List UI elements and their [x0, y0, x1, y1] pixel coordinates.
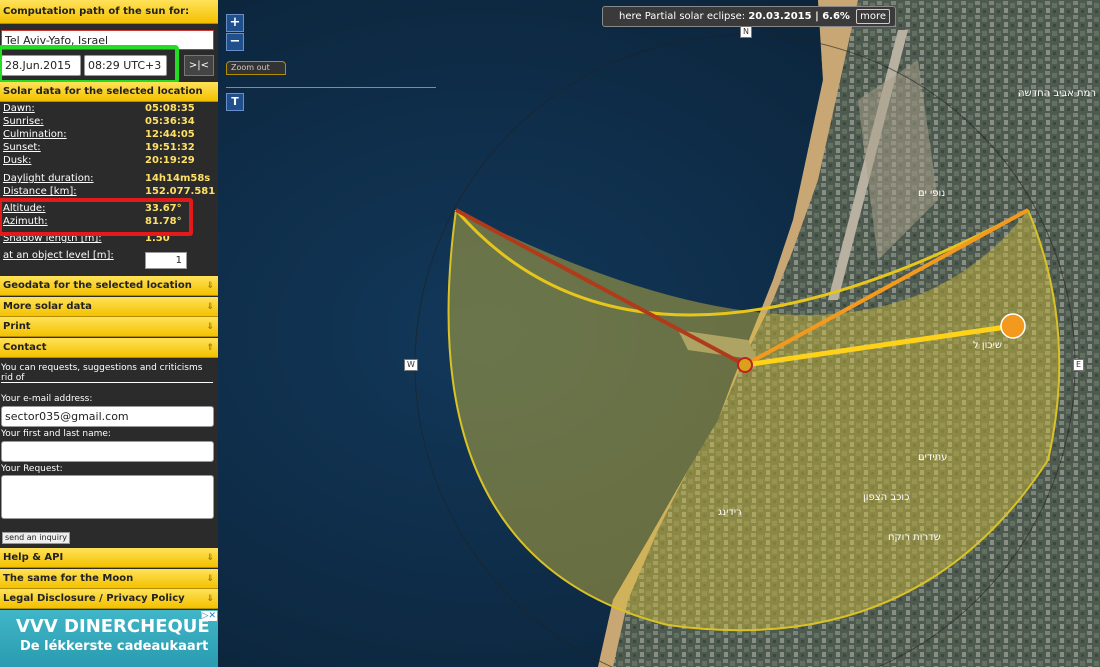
expand-icon: ⇓: [206, 322, 214, 332]
map-label: עתידים: [918, 452, 947, 463]
map-label: כוכב הצפון: [863, 492, 909, 503]
compass-north: N: [740, 26, 752, 38]
map-label: שיכון ל: [973, 340, 1002, 351]
ad-banner[interactable]: VVV DINERCHEQUE De lékkerste cadeaukaart…: [0, 610, 218, 667]
expand-icon: ⇓: [206, 594, 214, 604]
moon-section[interactable]: The same for the Moon ⇓: [0, 569, 218, 589]
row-label[interactable]: at an object level [m]:: [3, 249, 114, 262]
expand-icon: ⇓: [206, 281, 214, 291]
contact-intro: You can requests, suggestions and critic…: [1, 363, 203, 383]
row-value: 152.077.581: [145, 186, 216, 197]
solar-data-header[interactable]: Solar data for the selected location: [0, 82, 218, 102]
app-root: Computation path of the sun for: >|< Sol…: [0, 0, 1100, 667]
row-altitude: Altitude: 33.67°: [3, 202, 215, 215]
print-section[interactable]: Print ⇓: [0, 317, 218, 337]
request-textarea[interactable]: [1, 475, 214, 519]
row-value: 20:19:29: [145, 155, 195, 166]
expand-icon: ⇓: [206, 574, 214, 584]
legal-section[interactable]: Legal Disclosure / Privacy Policy ⇓: [0, 589, 218, 609]
row-label[interactable]: Dawn:: [3, 102, 35, 115]
row-value: 14h14m58s: [145, 173, 211, 184]
row-value: 05:36:34: [145, 116, 195, 127]
row-label[interactable]: Azimuth:: [3, 215, 48, 228]
map-view[interactable]: רמת אביב החדשה נופי ים שיכון ל כוכב הצפו…: [218, 0, 1100, 667]
expand-icon: ⇓: [206, 302, 214, 312]
more-solar-section[interactable]: More solar data ⇓: [0, 297, 218, 317]
divider: [1, 382, 213, 383]
row-label[interactable]: Daylight duration:: [3, 172, 94, 185]
compass-west: W: [404, 359, 418, 371]
email-field[interactable]: [1, 406, 214, 427]
row-value: 1.50: [145, 233, 170, 244]
zoom-out-tab[interactable]: Zoom out: [226, 61, 286, 75]
legal-label: Legal Disclosure / Privacy Policy: [3, 593, 185, 604]
email-label: Your e-mail address:: [1, 394, 93, 404]
zoom-out-button[interactable]: −: [226, 33, 244, 51]
row-shadow: Shadow length [m]: 1.50: [3, 232, 215, 245]
help-label: Help & API: [3, 552, 64, 563]
ad-title: VVV DINERCHEQUE: [16, 616, 210, 637]
map-canvas: רמת אביב החדשה נופי ים שיכון ל כוכב הצפו…: [218, 0, 1100, 667]
geodata-label: Geodata for the selected location: [3, 280, 192, 291]
row-label[interactable]: Sunrise:: [3, 115, 44, 128]
row-value: 19:51:32: [145, 142, 195, 153]
row-distance: Distance [km]: 152.077.581: [3, 185, 215, 198]
row-value: 81.78°: [145, 216, 182, 227]
row-label[interactable]: Sunset:: [3, 141, 41, 154]
row-label[interactable]: Dusk:: [3, 154, 31, 167]
name-field[interactable]: [1, 441, 214, 462]
row-daylight: Daylight duration: 14h14m58s: [3, 172, 215, 185]
solar-data-table: Dawn: 05:08:35 Sunrise: 05:36:34 Culminati…: [3, 102, 215, 262]
row-label[interactable]: Culmination:: [3, 128, 67, 141]
contact-label: Contact: [3, 342, 47, 353]
object-level-input[interactable]: 1: [145, 252, 187, 269]
eclipse-prefix: here Partial solar eclipse:: [619, 11, 746, 22]
compass-east: E: [1073, 359, 1085, 371]
location-input[interactable]: [1, 30, 214, 50]
row-azimuth: Azimuth: 81.78°: [3, 215, 215, 228]
row-culmination: Culmination: 12:44:05: [3, 128, 215, 141]
row-value: 05:08:35: [145, 103, 195, 114]
expand-icon: ⇓: [206, 553, 214, 563]
row-label[interactable]: Altitude:: [3, 202, 45, 215]
eclipse-banner[interactable]: here Partial solar eclipse: 20.03.2015 |…: [602, 6, 897, 27]
row-dusk: Dusk: 20:19:29: [3, 154, 215, 167]
eclipse-more-button[interactable]: more: [856, 9, 891, 24]
eclipse-value: 20.03.2015 | 6.6%: [748, 11, 850, 22]
map-label: שדרות רוקח: [888, 532, 941, 543]
sun-marker[interactable]: [1000, 313, 1026, 339]
zoom-line: [226, 87, 436, 88]
map-label: נופי ים: [918, 188, 945, 199]
request-label: Your Request:: [1, 464, 63, 474]
t-button[interactable]: T: [226, 93, 244, 111]
sidebar-title: Computation path of the sun for:: [0, 0, 218, 24]
help-api-section[interactable]: Help & API ⇓: [0, 548, 218, 568]
send-inquiry-button[interactable]: send an inquiry: [2, 532, 70, 544]
date-input[interactable]: [1, 55, 81, 76]
zoom-in-button[interactable]: +: [226, 14, 244, 32]
name-label: Your first and last name:: [1, 429, 111, 439]
sidebar: Computation path of the sun for: >|< Sol…: [0, 0, 218, 667]
more-solar-label: More solar data: [3, 301, 92, 312]
row-label[interactable]: Distance [km]:: [3, 185, 77, 198]
map-label: רמת אביב החדשה: [1018, 88, 1096, 99]
row-sunset: Sunset: 19:51:32: [3, 141, 215, 154]
time-input[interactable]: [84, 55, 167, 76]
map-label: רידינג: [718, 507, 742, 518]
print-label: Print: [3, 321, 31, 332]
row-value: 33.67°: [145, 203, 182, 214]
row-label[interactable]: Shadow length [m]:: [3, 232, 102, 245]
ad-subtitle: De lékkerste cadeaukaart: [20, 639, 209, 654]
collapse-icon: ⇑: [206, 343, 214, 353]
row-dawn: Dawn: 05:08:35: [3, 102, 215, 115]
reset-time-button[interactable]: >|<: [184, 55, 214, 76]
contact-section[interactable]: Contact ⇑: [0, 338, 218, 358]
location-marker[interactable]: [737, 357, 753, 373]
row-sunrise: Sunrise: 05:36:34: [3, 115, 215, 128]
row-value: 12:44:05: [145, 129, 195, 140]
moon-label: The same for the Moon: [3, 573, 134, 584]
geodata-section[interactable]: Geodata for the selected location ⇓: [0, 276, 218, 296]
ad-close-icon[interactable]: ▷✕: [200, 611, 217, 621]
